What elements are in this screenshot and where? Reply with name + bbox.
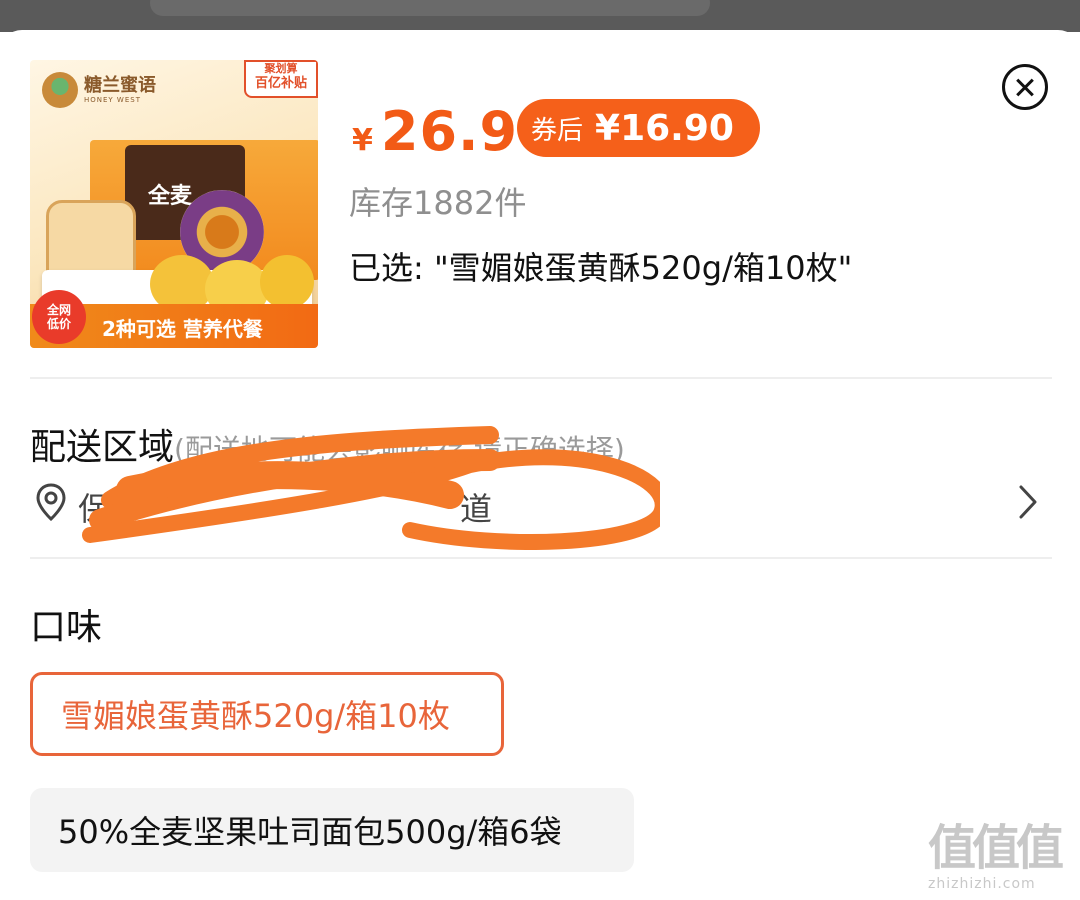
promo-badge: 聚划算 百亿补贴 (244, 60, 318, 98)
delivery-address-row[interactable]: 保 道 (30, 426, 1052, 550)
chevron-right-icon (1019, 485, 1037, 519)
selected-variant: 已选: "雪媚娘蛋黄酥520g/箱10枚" (349, 249, 853, 287)
brand-logo-mark (42, 72, 78, 108)
image-bottom-text: 2种可选 营养代餐 (102, 317, 263, 341)
stock-count: 库存1882件 (349, 184, 527, 222)
product-box-label: 全麦 (148, 184, 193, 209)
flavor-option[interactable]: 50%全麦坚果吐司面包500g/箱6袋 (30, 788, 634, 872)
coupon-price: ¥16.90 (595, 107, 734, 149)
site-watermark: 值值值 zhizhizhi.com (928, 820, 1074, 896)
price-value: 26.9 (380, 100, 519, 163)
flavor-option-label: 50%全麦坚果吐司面包500g/箱6袋 (58, 813, 562, 851)
low-price-corner-badge: 全网低价 (32, 290, 86, 344)
status-overlay-bar (0, 0, 1080, 32)
corner-badge-text: 全网低价 (46, 303, 71, 331)
divider (30, 377, 1052, 379)
flavor-option-selected[interactable]: 雪媚娘蛋黄酥520g/箱10枚 (30, 672, 504, 756)
product-image: 全麦 糖兰蜜语 HONEY WEST 聚划算 百亿补贴 全网低价 2种可选 营养… (30, 60, 318, 348)
brand-subtitle: HONEY WEST (84, 95, 141, 104)
divider (30, 557, 1052, 559)
currency-symbol: ¥ (352, 123, 373, 158)
map-pin-icon (36, 483, 66, 522)
watermark-glyphs: 值值值 (928, 820, 1064, 876)
address-redaction-scribble (82, 426, 660, 550)
promo-badge-main: 百亿补贴 (254, 76, 307, 91)
brand-logo: 糖兰蜜语 HONEY WEST (42, 72, 156, 108)
watermark-url: zhizhizhi.com (928, 876, 1036, 892)
flavor-section-title: 口味 (30, 607, 103, 648)
price-row: ¥ 26.9 (352, 100, 518, 163)
brand-name: 糖兰蜜语 (84, 75, 156, 97)
coupon-price-badge: 券后 ¥16.90 (517, 99, 760, 157)
coupon-label: 券后 (531, 115, 584, 146)
flavor-option-label: 雪媚娘蛋黄酥520g/箱10枚 (61, 697, 450, 735)
overlay-pill (150, 0, 710, 16)
close-icon[interactable] (1002, 64, 1048, 110)
pastry-art (260, 255, 314, 309)
promo-badge-top: 聚划算 (264, 62, 298, 75)
